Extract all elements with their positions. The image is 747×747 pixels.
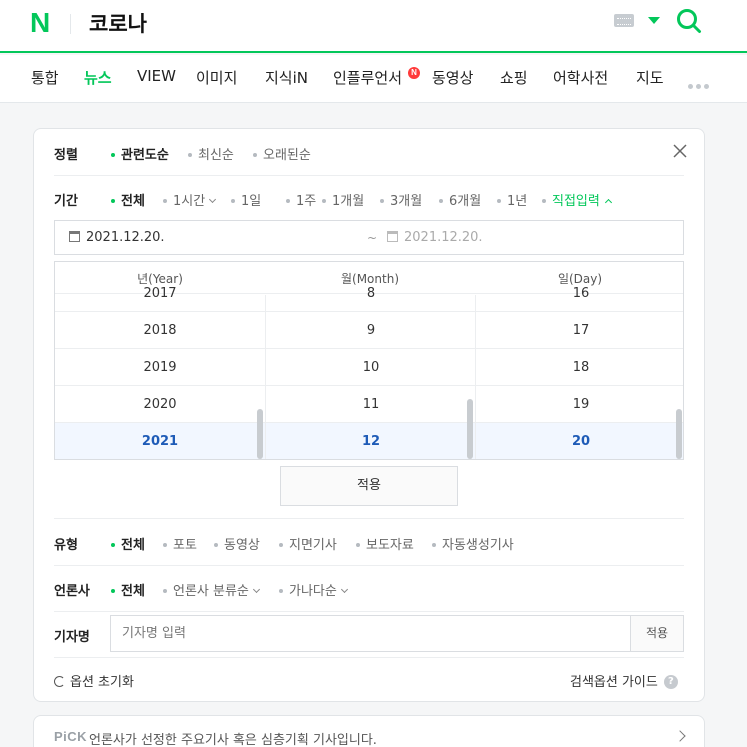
- day-option[interactable]: 17: [476, 312, 683, 349]
- tab-map[interactable]: 지도: [636, 67, 664, 88]
- reporter-input[interactable]: [111, 616, 631, 651]
- divider: [54, 565, 684, 566]
- tab-video[interactable]: 동영상: [432, 67, 473, 88]
- divider: [54, 175, 684, 176]
- period-option-custom[interactable]: 직접입력: [542, 190, 612, 209]
- day-option[interactable]: 19: [476, 386, 683, 423]
- pick-banner[interactable]: PiCK 언론사가 선정한 주요기사 혹은 심층기획 기사입니다.: [33, 715, 705, 747]
- month-option[interactable]: 9: [266, 312, 476, 349]
- press-option-by-category[interactable]: 언론사 분류순: [163, 580, 260, 599]
- more-tabs-icon[interactable]: [688, 74, 714, 89]
- naver-logo[interactable]: N: [30, 7, 50, 39]
- month-option[interactable]: 11: [266, 386, 476, 423]
- tab-knowledge-in[interactable]: 지식iN: [265, 67, 308, 88]
- sort-option-relevance[interactable]: 관련도순: [111, 144, 169, 163]
- tab-news[interactable]: 뉴스: [84, 67, 112, 88]
- date-separator: ~: [367, 231, 378, 245]
- period-option-all[interactable]: 전체: [111, 190, 145, 209]
- year-option[interactable]: 2017: [55, 275, 265, 312]
- reporter-field: 적용: [110, 615, 684, 652]
- chevron-down-icon: [252, 585, 260, 594]
- year-option[interactable]: 2020: [55, 386, 265, 423]
- day-option[interactable]: 16: [476, 275, 683, 312]
- refresh-icon: [54, 676, 65, 687]
- chevron-down-icon: [340, 585, 348, 594]
- period-option-1week[interactable]: 1주: [286, 190, 316, 209]
- period-option-1hour[interactable]: 1시간: [163, 190, 217, 209]
- press-option-all[interactable]: 전체: [111, 580, 145, 599]
- tab-integrated[interactable]: 통합: [31, 67, 59, 88]
- period-option-1year[interactable]: 1년: [497, 190, 527, 209]
- apply-date-button[interactable]: 적용: [280, 466, 458, 506]
- period-option-3months[interactable]: 3개월: [380, 190, 422, 209]
- month-option-selected[interactable]: 12: [266, 423, 476, 459]
- type-option-photo[interactable]: 포토: [163, 534, 197, 553]
- scrollbar[interactable]: [257, 409, 263, 459]
- tab-dictionary[interactable]: 어학사전: [553, 67, 608, 88]
- search-query[interactable]: 코로나: [89, 8, 147, 38]
- day-option-selected[interactable]: 20: [476, 423, 683, 459]
- search-icon[interactable]: [676, 8, 702, 34]
- calendar-icon: [69, 231, 80, 242]
- day-option[interactable]: 18: [476, 349, 683, 386]
- year-option[interactable]: 2019: [55, 349, 265, 386]
- scrollbar[interactable]: [676, 409, 682, 459]
- date-range-field[interactable]: 2021.12.20. ~ 2021.12.20.: [54, 220, 684, 255]
- divider: [54, 611, 684, 612]
- press-option-alphabetical[interactable]: 가나다순: [279, 580, 348, 599]
- year-option[interactable]: 2018: [55, 312, 265, 349]
- year-option-selected[interactable]: 2021: [55, 423, 265, 459]
- type-option-all[interactable]: 전체: [111, 534, 145, 553]
- type-option-auto-generated[interactable]: 자동생성기사: [432, 534, 514, 553]
- type-option-print[interactable]: 지면기사: [279, 534, 337, 553]
- tab-images[interactable]: 이미지: [196, 67, 237, 88]
- caret-down-icon[interactable]: [648, 17, 660, 24]
- pick-description: 언론사가 선정한 주요기사 혹은 심층기획 기사입니다.: [89, 733, 377, 747]
- tab-view[interactable]: VIEW: [137, 67, 176, 85]
- period-option-6months[interactable]: 6개월: [439, 190, 481, 209]
- press-label: 언론사: [54, 584, 90, 599]
- sort-label: 정렬: [54, 148, 78, 163]
- year-column[interactable]: 2017 2018 2019 2020 2021: [55, 286, 265, 459]
- month-option[interactable]: 10: [266, 349, 476, 386]
- date-start[interactable]: 2021.12.20.: [69, 230, 165, 245]
- type-option-press-release[interactable]: 보도자료: [356, 534, 414, 553]
- reporter-apply-button[interactable]: 적용: [630, 616, 683, 651]
- search-options-guide-link[interactable]: 검색옵션 가이드?: [570, 671, 678, 690]
- search-header: N 코로나: [0, 0, 747, 53]
- chevron-down-icon: [209, 195, 217, 204]
- search-tabs: 통합 뉴스 VIEW 이미지 지식iN 인플루언서 N 동영상 쇼핑 어학사전 …: [0, 55, 747, 103]
- new-badge: N: [408, 67, 420, 79]
- period-option-1month[interactable]: 1개월: [322, 190, 364, 209]
- divider: [54, 518, 684, 519]
- period-option-1day[interactable]: 1일: [231, 190, 261, 209]
- scrollbar[interactable]: [467, 399, 473, 459]
- type-label: 유형: [54, 538, 78, 553]
- type-option-video[interactable]: 동영상: [214, 534, 260, 553]
- sort-option-oldest[interactable]: 오래된순: [253, 144, 311, 163]
- help-icon: ?: [663, 674, 678, 689]
- chevron-right-icon: [674, 730, 686, 742]
- sort-option-latest[interactable]: 최신순: [188, 144, 234, 163]
- reporter-label: 기자명: [54, 630, 90, 645]
- divider: [54, 657, 684, 658]
- period-label: 기간: [54, 194, 78, 209]
- date-end[interactable]: 2021.12.20.: [387, 230, 483, 245]
- day-column[interactable]: 16 17 18 19 20: [475, 286, 683, 459]
- keyboard-icon[interactable]: [614, 14, 634, 27]
- month-option[interactable]: 8: [266, 275, 476, 312]
- chevron-up-icon: [604, 198, 612, 207]
- search-options-panel: 정렬 관련도순 최신순 오래된순 기간 전체 1시간 1일 1주 1개월 3개월…: [33, 128, 705, 702]
- reset-options-button[interactable]: 옵션 초기화: [54, 671, 134, 690]
- tab-shopping[interactable]: 쇼핑: [500, 67, 528, 88]
- header-divider: [70, 14, 71, 34]
- date-picker: 년(Year) 월(Month) 일(Day) 2017 2018 2019 2…: [54, 261, 684, 460]
- close-icon[interactable]: [672, 143, 688, 159]
- tab-influencer[interactable]: 인플루언서: [333, 67, 402, 88]
- month-column[interactable]: 8 9 10 11 12: [265, 286, 476, 459]
- pick-tag: PiCK: [54, 729, 88, 744]
- calendar-icon: [387, 231, 398, 242]
